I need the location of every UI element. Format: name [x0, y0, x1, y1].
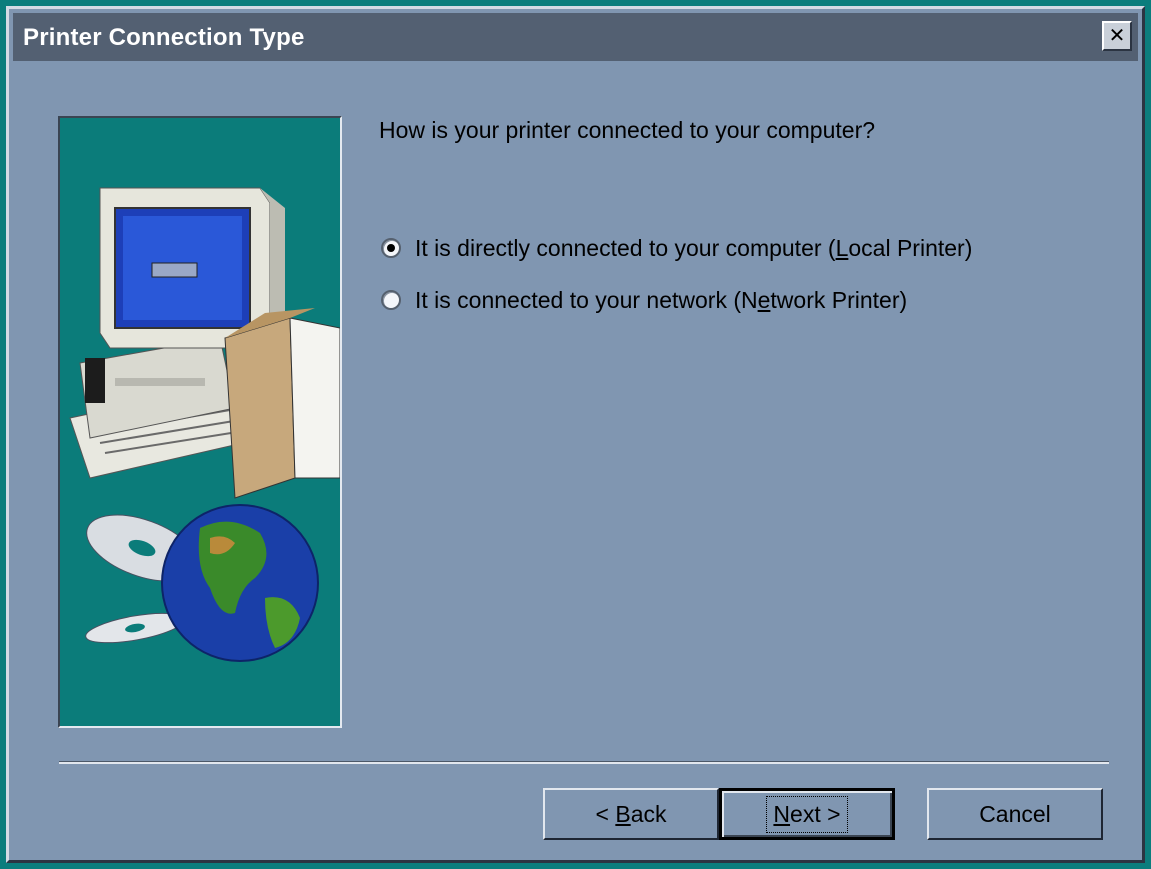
- next-button[interactable]: Next >: [719, 788, 895, 840]
- globe-icon: [161, 504, 319, 662]
- close-icon: ✕: [1108, 25, 1126, 47]
- local-printer-label[interactable]: It is directly connected to your compute…: [415, 235, 972, 262]
- local-printer-radio[interactable]: [381, 238, 401, 258]
- title-bar[interactable]: Printer Connection Type ✕: [13, 13, 1138, 61]
- computer-icon: [69, 187, 340, 499]
- next-button-label: Next >: [766, 795, 848, 833]
- wizard-graphic: [58, 116, 342, 728]
- cancel-button-label: Cancel: [979, 800, 1051, 827]
- local-printer-option[interactable]: It is directly connected to your compute…: [381, 233, 972, 263]
- back-button-label: < Back: [595, 800, 667, 827]
- dialog-title: Printer Connection Type: [23, 24, 305, 51]
- printer-connection-dialog: Printer Connection Type ✕ How is your pr…: [6, 6, 1145, 863]
- network-printer-option[interactable]: It is connected to your network (Network…: [381, 285, 907, 315]
- wizard-illustration: [69, 187, 340, 662]
- connection-question: How is your printer connected to your co…: [379, 117, 876, 143]
- radio-selected-dot: [387, 244, 395, 252]
- close-button[interactable]: ✕: [1102, 21, 1132, 51]
- back-button[interactable]: < Back: [543, 788, 719, 840]
- cancel-button[interactable]: Cancel: [927, 788, 1103, 840]
- network-printer-radio[interactable]: [381, 290, 401, 310]
- button-separator: [59, 761, 1109, 764]
- network-printer-label[interactable]: It is connected to your network (Network…: [415, 287, 907, 314]
